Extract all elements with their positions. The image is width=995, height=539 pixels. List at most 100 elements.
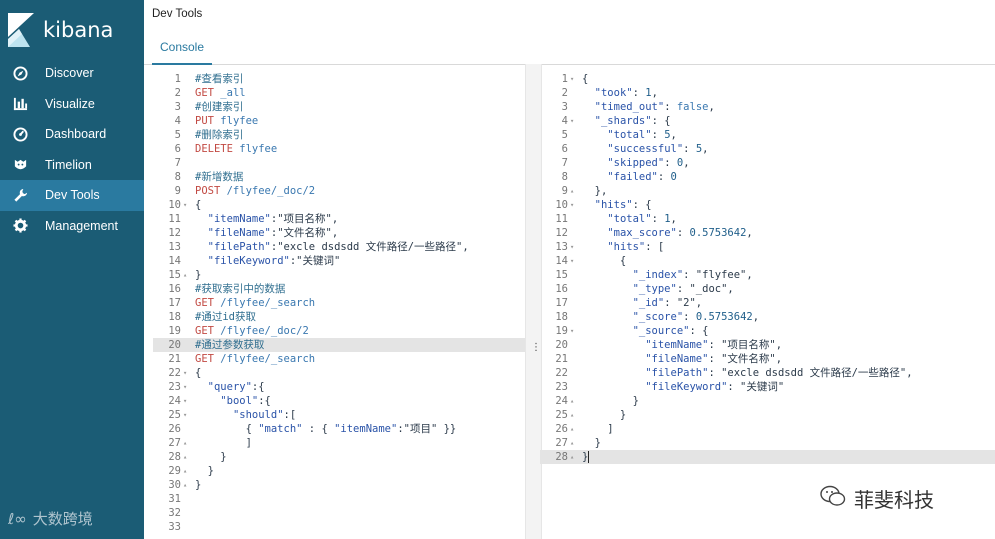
code-line[interactable]: 28 ▴} — [540, 450, 995, 464]
code-line[interactable]: 2 GET _all — [153, 86, 525, 100]
code-line[interactable]: 5 "total": 5, — [540, 128, 995, 142]
fold-toggle-icon[interactable]: ▾ — [570, 324, 578, 338]
code-line[interactable]: 7 — [153, 156, 525, 170]
fold-toggle-icon[interactable]: ▾ — [570, 240, 578, 254]
sidebar-item-timelion[interactable]: Timelion — [0, 150, 144, 181]
code-line[interactable]: 3 #创建索引 — [153, 100, 525, 114]
sidebar-item-dev-tools[interactable]: Dev Tools — [0, 180, 144, 211]
code-line[interactable]: 5 #删除索引 — [153, 128, 525, 142]
code-line[interactable]: 14 "fileKeyword":"关键词" — [153, 254, 525, 268]
code-line[interactable]: 18 #通过id获取 — [153, 310, 525, 324]
code-line[interactable]: 1 #查看索引 — [153, 72, 525, 86]
fold-toggle-icon[interactable]: ▴ — [183, 478, 191, 492]
code-line[interactable]: 33 — [153, 520, 525, 534]
code-line[interactable]: 18 "_score": 0.5753642, — [540, 310, 995, 324]
code-line[interactable]: 9 ▴ }, — [540, 184, 995, 198]
code-line[interactable]: 9 POST /flyfee/_doc/2 — [153, 184, 525, 198]
code-line[interactable]: 24 ▾ "bool":{ — [153, 394, 525, 408]
fold-toggle-icon[interactable]: ▴ — [570, 450, 578, 464]
code-line[interactable]: 26 ▴ ] — [540, 422, 995, 436]
code-line[interactable]: 21 GET /flyfee/_search — [153, 352, 525, 366]
code-line[interactable]: 20 #通过参数获取 — [153, 338, 525, 352]
code-line[interactable]: 8 #新增数据 — [153, 170, 525, 184]
code-line[interactable]: 30 ▴} — [153, 478, 525, 492]
code-line[interactable]: 10 ▾ "hits": { — [540, 198, 995, 212]
kibana-logo[interactable]: kibana — [8, 13, 113, 47]
token-method: PUT — [195, 115, 221, 127]
sidebar-item-visualize[interactable]: Visualize — [0, 89, 144, 120]
code-line[interactable]: 11 "itemName":"项目名称", — [153, 212, 525, 226]
code-line[interactable]: 2 "took": 1, — [540, 86, 995, 100]
fold-toggle-icon[interactable]: ▴ — [183, 464, 191, 478]
code-line[interactable]: 6 "successful": 5, — [540, 142, 995, 156]
sidebar-item-dashboard[interactable]: Dashboard — [0, 119, 144, 150]
fold-toggle-icon[interactable]: ▴ — [570, 436, 578, 450]
token-str: : [ — [645, 241, 665, 253]
code-line[interactable]: 12 "max_score": 0.5753642, — [540, 226, 995, 240]
code-line[interactable]: 27 ▴ ] — [153, 436, 525, 450]
code-line[interactable]: 14 ▾ { — [540, 254, 995, 268]
request-editor[interactable]: 1 #查看索引 2 GET _all 3 #创建索引 4 PUT flyfee 5 #删除索引 6 D… — [153, 72, 525, 539]
fold-toggle-icon[interactable]: ▾ — [183, 198, 191, 212]
code-line[interactable]: 24 ▴ } — [540, 394, 995, 408]
fold-toggle-icon[interactable]: ▾ — [183, 380, 191, 394]
tab-console[interactable]: Console — [152, 30, 212, 65]
fold-toggle-icon[interactable]: ▴ — [183, 450, 191, 464]
code-line[interactable]: 20 "itemName": "项目名称", — [540, 338, 995, 352]
fold-toggle-icon[interactable]: ▴ — [570, 408, 578, 422]
code-line[interactable]: 27 ▴ } — [540, 436, 995, 450]
fold-toggle-icon[interactable]: ▴ — [183, 436, 191, 450]
code-line[interactable]: 15 "_index": "flyfee", — [540, 268, 995, 282]
code-line[interactable]: 4 ▾ "_shards": { — [540, 114, 995, 128]
code-line[interactable]: 21 "fileName": "文件名称", — [540, 352, 995, 366]
code-line[interactable]: 8 "failed": 0 — [540, 170, 995, 184]
code-line[interactable]: 19 GET /flyfee/_doc/2 — [153, 324, 525, 338]
code-line[interactable]: 25 ▾ "should":[ — [153, 408, 525, 422]
code-line[interactable]: 12 "fileName":"文件名称", — [153, 226, 525, 240]
fold-toggle-icon[interactable]: ▾ — [570, 72, 578, 86]
code-line[interactable]: 19 ▾ "_source": { — [540, 324, 995, 338]
compass-icon — [12, 65, 28, 81]
code-line[interactable]: 4 PUT flyfee — [153, 114, 525, 128]
fold-toggle-icon[interactable]: ▴ — [570, 394, 578, 408]
code-line[interactable]: 25 ▴ } — [540, 408, 995, 422]
code-text: } — [582, 408, 626, 422]
fold-toggle-icon[interactable]: ▾ — [570, 114, 578, 128]
response-output[interactable]: 1 ▾{2 "took": 1, 3 "timed_out": false, 4 ▾ "… — [540, 72, 995, 539]
code-line[interactable]: 28 ▴ } — [153, 450, 525, 464]
code-line[interactable]: 6 DELETE flyfee — [153, 142, 525, 156]
token-key: "query" — [207, 381, 252, 393]
sidebar-item-discover[interactable]: Discover — [0, 58, 144, 89]
code-line[interactable]: 23 "fileKeyword": "关键词" — [540, 380, 995, 394]
fold-toggle-icon[interactable]: ▴ — [570, 422, 578, 436]
fold-toggle-icon[interactable]: ▾ — [183, 394, 191, 408]
code-line[interactable]: 10 ▾ { — [153, 198, 525, 212]
line-number: 1 — [561, 73, 568, 85]
code-line[interactable]: 22 ▾ { — [153, 366, 525, 380]
fold-toggle-icon[interactable]: ▾ — [570, 254, 578, 268]
code-line[interactable]: 15 ▴} — [153, 268, 525, 282]
code-line[interactable]: 16 "_type": "_doc", — [540, 282, 995, 296]
code-line[interactable]: 32 — [153, 506, 525, 520]
code-line[interactable]: 26 { "match" : { "itemName":"项目" }} — [153, 422, 525, 436]
fold-toggle-icon[interactable]: ▾ — [183, 366, 191, 380]
code-line[interactable]: 17 GET /flyfee/_search — [153, 296, 525, 310]
code-line[interactable]: 31 — [153, 492, 525, 506]
code-line[interactable]: 16 #获取索引中的数据 — [153, 282, 525, 296]
code-line[interactable]: 7 "skipped": 0, — [540, 156, 995, 170]
fold-toggle-icon[interactable]: ▾ — [183, 408, 191, 422]
code-line[interactable]: 13 "filePath":"excle dsdsdd 文件路径/一些路径", — [153, 240, 525, 254]
code-line[interactable]: 3 "timed_out": false, — [540, 100, 995, 114]
sidebar-item-management[interactable]: Management — [0, 211, 144, 242]
code-line[interactable]: 23 ▾ "query":{ — [153, 380, 525, 394]
fold-toggle-icon[interactable]: ▾ — [570, 198, 578, 212]
code-line[interactable]: 13 ▾ "hits": [ — [540, 240, 995, 254]
fold-toggle-icon[interactable]: ▴ — [570, 184, 578, 198]
code-line[interactable]: 1 ▾ { — [540, 72, 995, 86]
code-line[interactable]: 17 "_id": "2", — [540, 296, 995, 310]
code-line[interactable]: 29 ▴ } — [153, 464, 525, 478]
code-text: #获取索引中的数据 — [195, 282, 285, 296]
fold-toggle-icon[interactable]: ▴ — [183, 268, 191, 282]
code-line[interactable]: 22 "filePath": "excle dsdsdd 文件路径/一些路径", — [540, 366, 995, 380]
code-line[interactable]: 11 "total": 1, — [540, 212, 995, 226]
